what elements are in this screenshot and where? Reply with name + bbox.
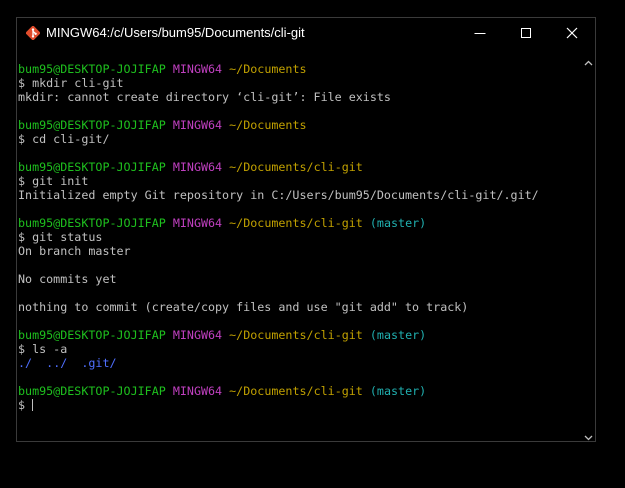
- prompt-line: bum95@DESKTOP-JOJIFAP MINGW64 ~/Document…: [17, 160, 582, 174]
- output-line: mkdir: cannot create directory ‘cli-git’…: [18, 90, 391, 104]
- output-line: No commits yet: [18, 272, 117, 286]
- text-cursor: [32, 399, 34, 411]
- command-line: $ ls -a: [18, 342, 68, 356]
- command-line: $ cd cli-git/: [18, 132, 110, 146]
- output-line: On branch master: [18, 244, 131, 258]
- prompt-system: MINGW64: [172, 160, 223, 174]
- prompt-branch: (master): [369, 328, 427, 342]
- prompt-line: bum95@DESKTOP-JOJIFAP MINGW64 ~/Document…: [17, 328, 582, 342]
- prompt-branch: (master): [369, 384, 427, 398]
- prompt-user: bum95@DESKTOP-JOJIFAP: [18, 118, 166, 132]
- terminal-window: MINGW64:/c/Users/bum95/Documents/cli-git…: [16, 17, 596, 442]
- chevron-up-icon: [584, 60, 593, 66]
- prompt-branch: (master): [369, 216, 427, 230]
- prompt-path: ~/Documents: [229, 62, 307, 76]
- listing-entry: ./: [18, 356, 33, 370]
- output-line: Initialized empty Git repository in C:/U…: [18, 188, 539, 202]
- listing-entry: ../: [46, 356, 68, 370]
- prompt-line: bum95@DESKTOP-JOJIFAP MINGW64 ~/Document…: [17, 62, 582, 76]
- maximize-button[interactable]: [503, 18, 549, 48]
- window-title: MINGW64:/c/Users/bum95/Documents/cli-git: [46, 25, 305, 40]
- git-bash-icon[interactable]: [25, 25, 41, 41]
- minimize-icon: [474, 33, 486, 34]
- listing-line: ./ ../ .git/: [17, 356, 582, 370]
- prompt-user: bum95@DESKTOP-JOJIFAP: [18, 62, 166, 76]
- prompt-path: ~/Documents/cli-git: [229, 328, 363, 342]
- title-bar[interactable]: MINGW64:/c/Users/bum95/Documents/cli-git: [17, 18, 595, 48]
- chevron-down-icon: [584, 435, 593, 441]
- terminal-output[interactable]: bum95@DESKTOP-JOJIFAP MINGW64 ~/Document…: [17, 48, 582, 441]
- scroll-up-button[interactable]: [584, 53, 593, 71]
- prompt-system: MINGW64: [172, 118, 223, 132]
- prompt-system: MINGW64: [172, 328, 223, 342]
- prompt-user: bum95@DESKTOP-JOJIFAP: [18, 216, 166, 230]
- maximize-icon: [521, 28, 531, 38]
- prompt-line: bum95@DESKTOP-JOJIFAP MINGW64 ~/Document…: [17, 216, 582, 230]
- command-line: $ git status: [18, 230, 103, 244]
- prompt-user: bum95@DESKTOP-JOJIFAP: [18, 328, 166, 342]
- scroll-down-button[interactable]: [584, 428, 593, 446]
- prompt-path: ~/Documents/cli-git: [229, 216, 363, 230]
- prompt-line: bum95@DESKTOP-JOJIFAP MINGW64 ~/Document…: [17, 118, 582, 132]
- command-line: $ git init: [18, 174, 89, 188]
- prompt-path: ~/Documents: [229, 118, 307, 132]
- output-line: nothing to commit (create/copy files and…: [18, 300, 469, 314]
- prompt-user: bum95@DESKTOP-JOJIFAP: [18, 160, 166, 174]
- prompt-system: MINGW64: [172, 216, 223, 230]
- prompt-line: bum95@DESKTOP-JOJIFAP MINGW64 ~/Document…: [17, 384, 582, 398]
- prompt-system: MINGW64: [172, 384, 223, 398]
- command-line: $ mkdir cli-git: [18, 76, 124, 90]
- prompt-user: bum95@DESKTOP-JOJIFAP: [18, 384, 166, 398]
- prompt-path: ~/Documents/cli-git: [229, 384, 363, 398]
- listing-entry: .git/: [81, 356, 117, 370]
- prompt-system: MINGW64: [172, 62, 223, 76]
- active-command-line[interactable]: $: [17, 398, 582, 412]
- close-icon: [566, 27, 578, 39]
- vertical-scrollbar[interactable]: [582, 48, 595, 441]
- prompt-path: ~/Documents/cli-git: [229, 160, 363, 174]
- command-prompt-symbol: $: [18, 398, 33, 412]
- close-button[interactable]: [549, 18, 595, 48]
- minimize-button[interactable]: [457, 18, 503, 48]
